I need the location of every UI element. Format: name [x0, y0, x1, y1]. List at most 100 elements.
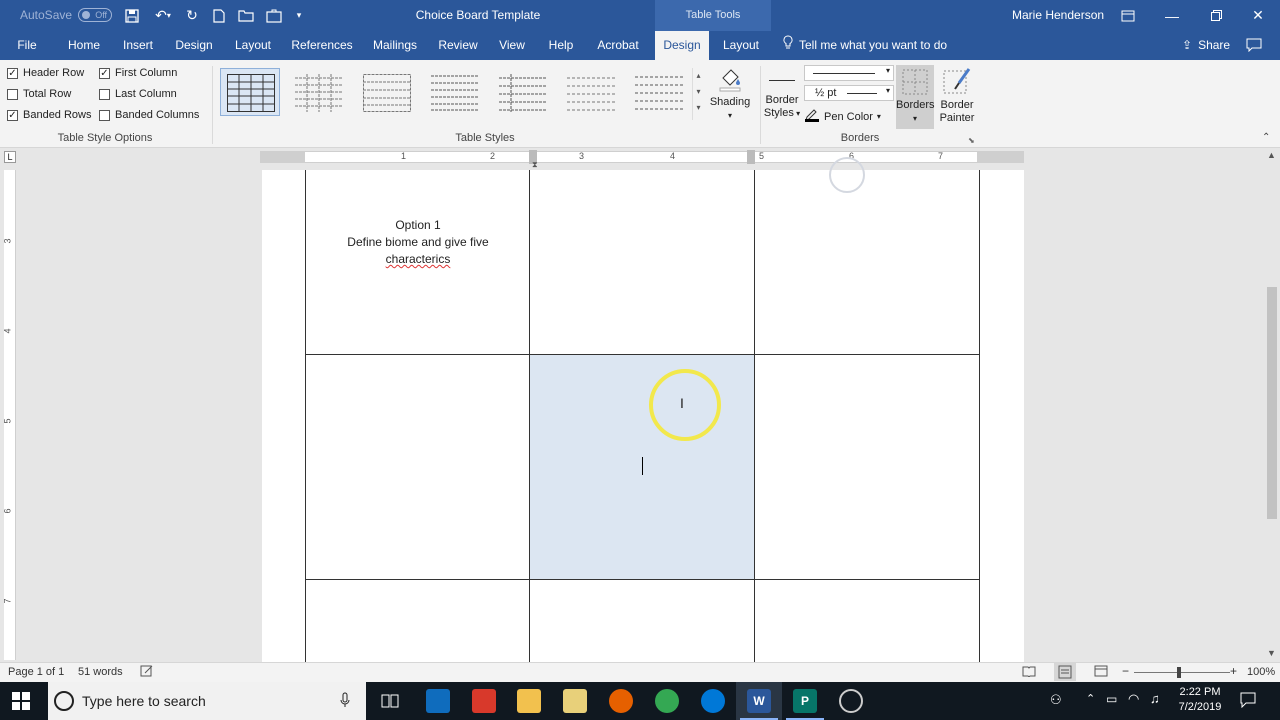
tab-file[interactable]: File [8, 31, 46, 60]
ruler-number: 7 [2, 598, 13, 604]
last-column-label: Last Column [115, 88, 177, 100]
undo-icon[interactable]: ↶ ▾ [150, 0, 176, 31]
document-page[interactable]: Option 1 Define biome and give five char… [262, 170, 1024, 662]
file-explorer-icon[interactable] [517, 689, 541, 713]
tell-me-search[interactable]: Tell me what you want to do [783, 31, 947, 60]
task-view-icon[interactable] [380, 692, 400, 713]
tab-layout[interactable]: Layout [228, 31, 278, 60]
taskbar-search-box[interactable]: Type here to search [48, 682, 366, 720]
tab-help[interactable]: Help [542, 31, 580, 60]
touch-mode-icon[interactable] [264, 0, 284, 31]
table-style-grid[interactable] [220, 68, 280, 116]
outlook-icon[interactable] [426, 689, 450, 713]
publisher-icon[interactable]: P [793, 689, 817, 713]
word-icon[interactable]: W [747, 689, 771, 713]
ruler-number: 1 [401, 151, 407, 161]
banded-rows-checkbox[interactable]: ✓ Banded Rows [7, 109, 92, 121]
scroll-down-icon[interactable]: ▼ [1267, 648, 1276, 658]
table-style-plain-1[interactable] [288, 68, 348, 116]
tab-references[interactable]: References [288, 31, 356, 60]
table-style-plain-6[interactable] [628, 68, 688, 116]
tab-insert[interactable]: Insert [116, 31, 160, 60]
edge-icon[interactable] [701, 689, 725, 713]
line-weight-dropdown[interactable]: ½ pt ▾ [804, 85, 894, 101]
last-column-checkbox[interactable]: Last Column [99, 88, 177, 100]
header-row-checkbox[interactable]: ✓ Header Row [7, 67, 84, 79]
scrollbar-thumb[interactable] [1267, 287, 1277, 519]
tab-review[interactable]: Review [434, 31, 482, 60]
action-center-icon[interactable] [1240, 692, 1256, 711]
indent-marker-icon[interactable]: ⧗ [532, 160, 538, 170]
share-button[interactable]: ⇪ Share [1182, 31, 1230, 60]
network-icon[interactable]: ▭ [1106, 692, 1117, 706]
zoom-out-icon[interactable]: − [1122, 664, 1129, 678]
zoom-level[interactable]: 100% [1247, 666, 1275, 678]
redo-icon[interactable]: ↻ [182, 0, 202, 31]
tab-view[interactable]: View [492, 31, 532, 60]
acrobat-icon[interactable] [472, 689, 496, 713]
minimize-icon[interactable]: — [1150, 0, 1194, 31]
word-count[interactable]: 51 words [78, 666, 123, 678]
firefox-icon[interactable] [609, 689, 633, 713]
chrome-icon[interactable] [655, 689, 679, 713]
tab-table-design[interactable]: Design [655, 31, 709, 60]
people-icon[interactable]: ⚇ [1050, 692, 1062, 708]
horizontal-ruler[interactable]: 1 2 3 4 5 6 7 ⧗ [260, 150, 1024, 169]
table-style-plain-2[interactable] [356, 68, 416, 116]
web-layout-icon[interactable] [1094, 665, 1108, 680]
pen-color-button[interactable]: Pen Color ▾ [804, 108, 881, 125]
show-hidden-icons-icon[interactable]: ⌃ [1086, 692, 1095, 705]
vertical-ruler[interactable]: 3 4 5 6 7 [2, 170, 16, 660]
user-name[interactable]: Marie Henderson [1012, 0, 1104, 31]
line-style-dropdown[interactable]: ▾ [804, 65, 894, 81]
onenote-eraser-icon[interactable] [563, 689, 587, 713]
table-style-plain-3[interactable] [424, 68, 484, 116]
total-row-checkbox[interactable]: Total Row [7, 88, 71, 100]
read-mode-icon[interactable] [1022, 665, 1036, 680]
table-style-plain-5[interactable] [560, 68, 620, 116]
scroll-up-icon[interactable]: ▲ [1267, 150, 1276, 160]
border-styles-button[interactable]: Border Styles ▾ [762, 66, 802, 120]
print-layout-icon[interactable] [1054, 663, 1076, 681]
autosave-switch[interactable]: Off [78, 8, 113, 22]
save-icon[interactable] [122, 0, 142, 31]
wifi-icon[interactable]: ◠ [1128, 691, 1139, 707]
comments-icon[interactable] [1246, 38, 1262, 55]
column-marker[interactable] [747, 150, 755, 164]
open-folder-icon[interactable] [236, 0, 256, 31]
table-styles-scroll[interactable]: ▴ ▾ ▾ [692, 68, 704, 120]
screen-recorder-icon[interactable] [839, 689, 863, 713]
new-document-icon[interactable] [210, 0, 228, 31]
dialog-launcher-icon[interactable]: ⬊ [968, 136, 975, 145]
customize-toolbar-icon[interactable]: ▾ [292, 0, 306, 31]
tab-home[interactable]: Home [60, 31, 108, 60]
zoom-in-icon[interactable]: + [1230, 664, 1237, 678]
tab-mailings[interactable]: Mailings [366, 31, 424, 60]
banded-columns-checkbox[interactable]: Banded Columns [99, 109, 199, 121]
zoom-slider[interactable] [1134, 672, 1230, 673]
clock[interactable]: 2:22 PM 7/2/2019 [1172, 685, 1228, 715]
table-style-plain-4[interactable] [492, 68, 552, 116]
tab-table-layout[interactable]: Layout [714, 31, 768, 60]
tab-selector[interactable]: L [4, 151, 16, 163]
volume-icon[interactable]: ♫ [1150, 691, 1160, 706]
page-count[interactable]: Page 1 of 1 [8, 666, 64, 678]
border-painter-label-1: Border [940, 99, 974, 111]
border-painter-button[interactable]: Border Painter [936, 65, 978, 125]
autosave-toggle[interactable]: AutoSave Off [20, 8, 113, 22]
shading-button[interactable]: Shading ▾ [706, 66, 754, 122]
zoom-slider-thumb[interactable] [1177, 667, 1181, 678]
tab-design[interactable]: Design [168, 31, 220, 60]
restore-icon[interactable] [1194, 0, 1238, 31]
collapse-ribbon-icon[interactable]: ⌃ [1262, 132, 1270, 143]
proofing-icon[interactable] [140, 665, 154, 680]
tab-acrobat[interactable]: Acrobat [590, 31, 646, 60]
first-column-checkbox[interactable]: ✓ First Column [99, 67, 177, 79]
ribbon-display-options-icon[interactable] [1106, 0, 1150, 31]
close-icon[interactable]: ✕ [1236, 0, 1280, 31]
tell-me-label: Tell me what you want to do [799, 38, 948, 52]
microphone-icon[interactable] [340, 692, 350, 711]
borders-button[interactable]: Borders ▾ [896, 65, 935, 129]
table-cell-text[interactable]: Option 1 Define biome and give five char… [306, 217, 530, 268]
windows-start-icon[interactable] [12, 692, 30, 713]
